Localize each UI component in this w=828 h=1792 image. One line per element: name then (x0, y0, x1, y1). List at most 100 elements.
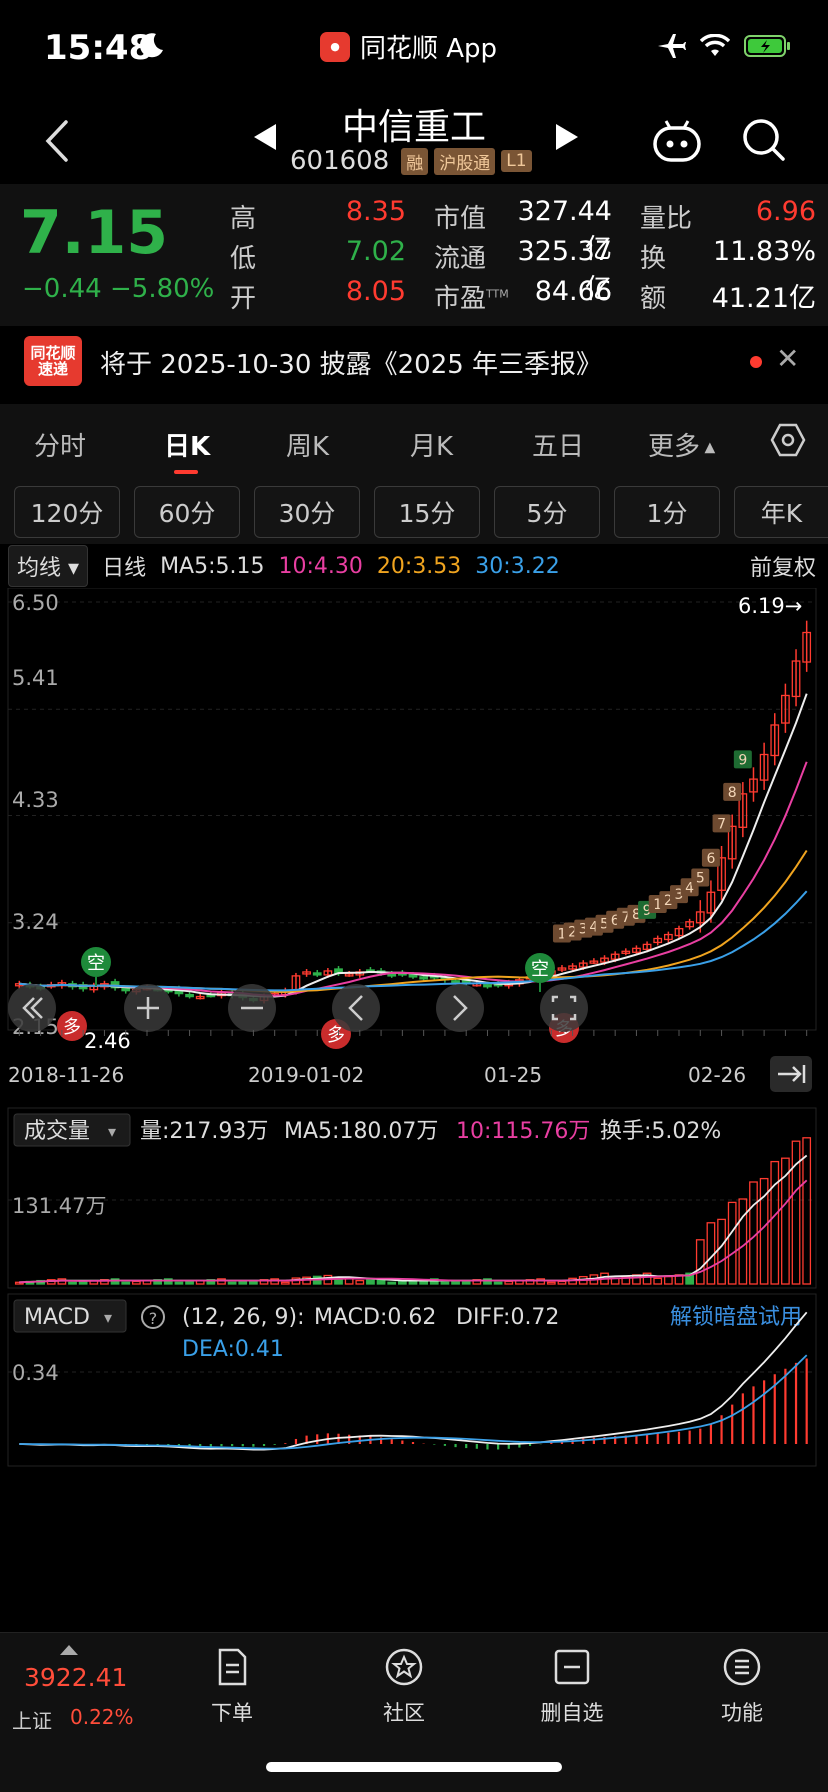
subtab-15min[interactable]: 15分 (374, 486, 480, 538)
volume-bar (280, 1281, 290, 1285)
subtab-120min[interactable]: 120分 (14, 486, 120, 538)
macd-diff: DIFF:0.72 (456, 1305, 559, 1330)
scroll-right-button[interactable] (436, 984, 484, 1032)
indicator-dropdown[interactable]: 均线 ▾ (8, 545, 89, 587)
next-stock-icon[interactable] (552, 122, 580, 152)
volume-bar (653, 1277, 663, 1285)
volume-bar (493, 1281, 503, 1285)
td-count-marker: 9 (733, 750, 752, 769)
candle-body (451, 980, 460, 984)
min-price-label: 2.46 (84, 1029, 131, 1053)
subtab-yearly[interactable]: 年K (734, 486, 828, 538)
svg-text:多: 多 (63, 1017, 81, 1038)
robot-assistant-icon[interactable] (652, 118, 702, 164)
tab-monthly[interactable]: 月K (410, 426, 453, 463)
volume-bar (727, 1201, 737, 1285)
y-tick-2: 5.41 (12, 666, 59, 690)
zoom-out-button[interactable] (228, 984, 276, 1032)
period-label: 日线 (102, 556, 147, 581)
candle-body (419, 976, 429, 980)
tag-level: L1 (501, 150, 532, 172)
close-icon[interactable]: ✕ (776, 342, 799, 375)
svg-text:7: 7 (717, 816, 726, 832)
functions-button[interactable]: 功能 (682, 1647, 802, 1727)
zoom-in-button[interactable] (124, 984, 172, 1032)
fullscreen-button[interactable] (540, 984, 588, 1032)
price-change: −0.44 (22, 274, 102, 304)
svg-text:成交量: 成交量 (24, 1119, 90, 1144)
pe-value: 84.66 (534, 276, 612, 307)
volume-bar (738, 1198, 748, 1285)
volume-bar (451, 1280, 460, 1285)
scroll-left-fast-button[interactable] (8, 984, 56, 1032)
adjust-mode[interactable]: 前复权 (750, 550, 816, 582)
macd-dropdown[interactable]: MACD ▾ (13, 1299, 127, 1333)
ma20-value: 20:3.53 (376, 553, 462, 579)
airplane-icon (658, 34, 686, 58)
signal-short-2[interactable]: 空 (525, 953, 555, 992)
open-label: 开 (230, 284, 257, 314)
td-count-marker: 5 (691, 868, 710, 887)
float-label: 流通 (434, 244, 487, 274)
stock-code: 601608 (290, 146, 390, 176)
kline-svg[interactable]: 123456789123456789 6.50 5.41 4.33 3.24 2… (0, 588, 828, 1610)
tag-connect: 沪股通 (434, 147, 496, 175)
subtab-30min[interactable]: 30分 (254, 486, 360, 538)
max-price-label: 6.19→ (738, 594, 802, 618)
tab-daily[interactable]: 日K (164, 426, 210, 463)
search-icon[interactable] (740, 116, 786, 162)
tab-weekly[interactable]: 周K (286, 426, 329, 463)
subtab-5min[interactable]: 5分 (494, 486, 600, 538)
amount-label: 额 (640, 284, 667, 314)
earnings-notice[interactable]: 同花顺 速递 将于 2025-10-30 披露《2025 年三季报》 ✕ (0, 326, 828, 396)
volume-bar (663, 1275, 673, 1285)
order-button[interactable]: 下单 (172, 1647, 292, 1727)
app-indicator: ● 同花顺 App (320, 28, 497, 65)
tab-more[interactable]: 更多 ▲ (648, 426, 715, 463)
mktcap-label: 市值 (434, 204, 487, 234)
remove-watchlist-button[interactable]: 删自选 (512, 1647, 632, 1727)
current-price: 7.15 (20, 198, 169, 268)
index-pct: 0.22% (70, 1705, 134, 1729)
volume-bar (121, 1281, 131, 1285)
signal-long-1[interactable]: 多 (57, 1011, 87, 1041)
index-name: 上证 (12, 1709, 52, 1733)
x-tick-2: 2019-01-02 (248, 1063, 364, 1087)
volume-bar (397, 1280, 407, 1285)
jump-latest-button[interactable] (770, 1056, 812, 1092)
high-value: 8.35 (345, 196, 406, 227)
volume-dropdown[interactable]: 成交量 ▾ (13, 1113, 131, 1147)
status-bar: 15:48 ● 同花顺 App (0, 0, 828, 96)
tab-timeshare[interactable]: 分时 (34, 426, 86, 463)
svg-text:空: 空 (87, 953, 105, 974)
home-indicator (266, 1762, 562, 1772)
x-tick-1: 2018-11-26 (8, 1063, 124, 1087)
signal-short-1[interactable]: 空 (81, 947, 111, 986)
volume-bar (695, 1239, 705, 1285)
volume-ma5-line (19, 1154, 808, 1284)
quote-panel: 7.15 −0.44 −5.80% 高 8.35 低 7.02 开 8.05 市… (0, 184, 828, 326)
subtab-1min[interactable]: 1分 (614, 486, 720, 538)
index-value: 3922.41 (24, 1663, 128, 1692)
volume-turnover: 换手:5.02% (600, 1119, 721, 1144)
ma-legend: 均线 ▾ 日线 MA5:5.15 10:4.30 20:3.53 30:3.22… (0, 544, 828, 588)
subtab-60min[interactable]: 60分 (134, 486, 240, 538)
svg-text:▾: ▾ (104, 1308, 112, 1327)
help-icon[interactable]: ? (141, 1305, 165, 1329)
community-button[interactable]: 社区 (344, 1647, 464, 1727)
stock-code-row: 601608 融 沪股通 L1 (290, 146, 532, 176)
svg-text:▾: ▾ (108, 1122, 116, 1141)
scroll-left-button[interactable] (332, 984, 380, 1032)
unlock-trial-link[interactable]: 解锁暗盘试用 (670, 1305, 802, 1330)
tab-five-day[interactable]: 五日 (532, 426, 584, 463)
community-star-icon (385, 1648, 423, 1686)
volume-bar (227, 1281, 237, 1285)
low-value: 7.02 (345, 236, 406, 267)
settings-hexagon-icon[interactable] (770, 422, 806, 458)
svg-text:多: 多 (327, 1025, 345, 1046)
y-tick-3: 4.33 (12, 788, 59, 812)
td-count-marker: 6 (701, 848, 720, 867)
candle-body (121, 988, 131, 992)
volume-bar (366, 1279, 375, 1285)
volume-value: 量:217.93万 (140, 1119, 268, 1144)
